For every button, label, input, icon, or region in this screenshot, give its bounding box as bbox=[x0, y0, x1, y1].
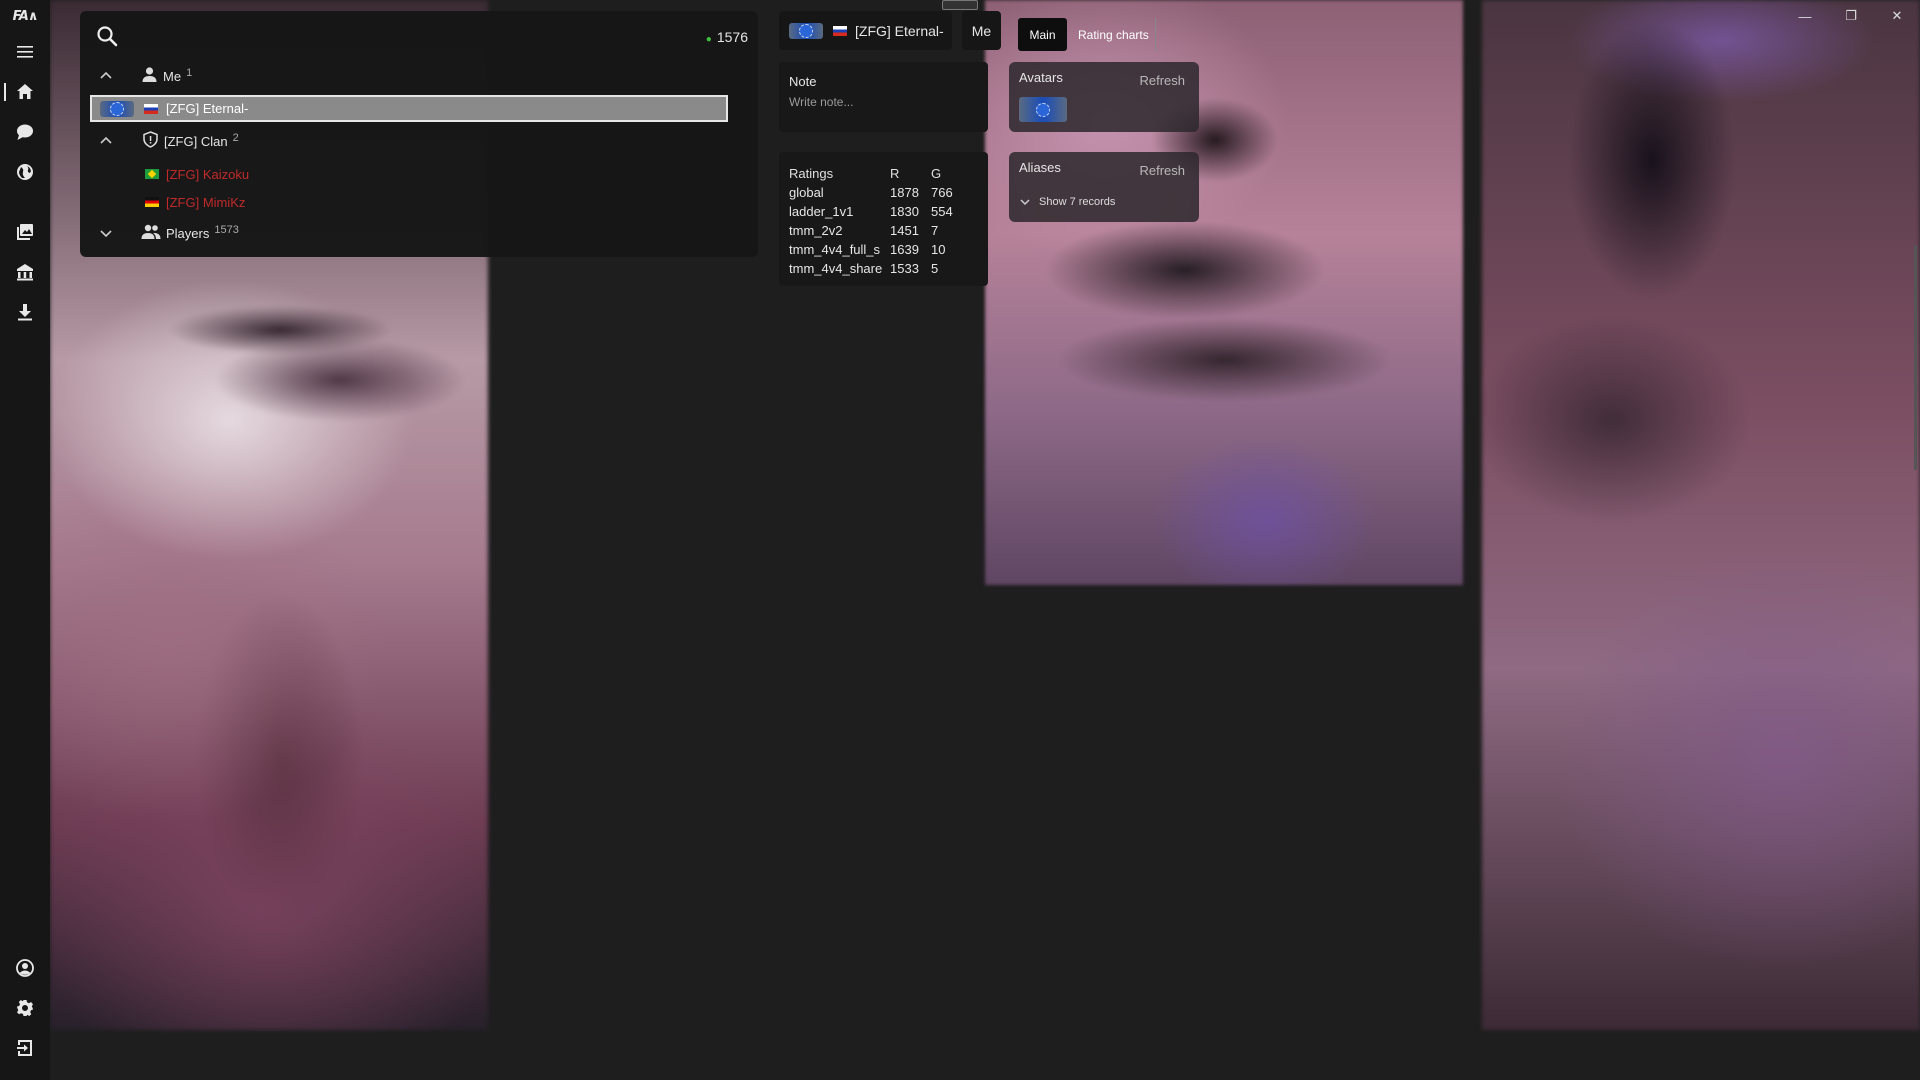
avatars-card: Avatars Refresh bbox=[1009, 62, 1199, 132]
games-count: 766 bbox=[931, 185, 953, 200]
group-players-count: 1573 bbox=[214, 224, 239, 236]
tab-main[interactable]: Main bbox=[1018, 18, 1067, 51]
games-count: 5 bbox=[931, 261, 939, 276]
vault-icon[interactable] bbox=[0, 252, 50, 292]
gallery-icon[interactable] bbox=[0, 212, 50, 252]
table-row: global 1878 766 bbox=[789, 183, 971, 202]
rating-name: ladder_1v1 bbox=[789, 204, 854, 219]
note-label: Note bbox=[789, 74, 817, 89]
aliases-label: Aliases bbox=[1019, 160, 1061, 175]
group-me-label: Me bbox=[163, 68, 182, 84]
menu-icon[interactable] bbox=[0, 32, 50, 72]
table-row: tmm_2v2 1451 7 bbox=[789, 221, 971, 240]
exit-icon[interactable] bbox=[0, 1028, 50, 1068]
table-row: tmm_4v4_share 1533 5 bbox=[789, 259, 971, 278]
note-card: Note Write note... bbox=[779, 62, 988, 132]
chevron-up-icon[interactable] bbox=[99, 134, 113, 148]
clan-member-name: [ZFG] Kaizoku bbox=[166, 166, 250, 182]
avatar-thumbnail[interactable] bbox=[1019, 97, 1067, 122]
list-item[interactable]: [ZFG] Kaizoku bbox=[145, 163, 249, 185]
minimize-button[interactable]: — bbox=[1782, 0, 1828, 32]
note-input[interactable]: Write note... bbox=[789, 95, 978, 109]
group-players[interactable]: Players 1573 bbox=[141, 222, 239, 244]
table-row: tmm_4v4_full_s 1639 10 bbox=[789, 240, 971, 259]
rating-value: 1451 bbox=[890, 223, 919, 238]
rating-name: global bbox=[789, 185, 824, 200]
group-clan-label: [ZFG] Clan bbox=[164, 133, 228, 149]
show-records-toggle[interactable]: Show 7 records bbox=[1019, 196, 1115, 208]
window-controls: — ❐ ✕ bbox=[1782, 0, 1920, 32]
scrollbar[interactable] bbox=[1914, 245, 1917, 470]
rating-value: 1639 bbox=[890, 242, 919, 257]
globe-icon[interactable] bbox=[0, 152, 50, 192]
tab-rating-charts[interactable]: Rating charts bbox=[1072, 18, 1156, 51]
ratings-table: Ratings R G global 1878 766 ladder_1v1 1… bbox=[789, 164, 971, 278]
person-icon bbox=[141, 66, 158, 86]
group-clan-count: 2 bbox=[232, 132, 239, 144]
rating-value: 1830 bbox=[890, 204, 919, 219]
player-avatar bbox=[789, 22, 823, 39]
app-logo: FA∧ bbox=[12, 8, 39, 24]
list-item[interactable]: [ZFG] MimiKz bbox=[145, 191, 245, 213]
rating-name: tmm_4v4_full_s bbox=[789, 242, 881, 257]
player-avatar bbox=[100, 100, 134, 117]
avatars-label: Avatars bbox=[1019, 70, 1063, 85]
selected-player-row[interactable]: [ZFG] Eternal- bbox=[90, 95, 728, 122]
clan-member-name: [ZFG] MimiKz bbox=[166, 194, 246, 210]
search-icon[interactable] bbox=[96, 25, 118, 47]
close-button[interactable]: ✕ bbox=[1874, 0, 1920, 32]
aliases-card: Aliases Refresh Show 7 records bbox=[1009, 152, 1199, 222]
brazil-flag-icon bbox=[145, 169, 159, 179]
rating-value: 1878 bbox=[890, 185, 919, 200]
games-count: 554 bbox=[931, 204, 953, 219]
settings-icon[interactable] bbox=[0, 988, 50, 1028]
russia-flag-icon bbox=[144, 103, 158, 114]
nav-rail: FA∧ bbox=[0, 0, 50, 1080]
chat-icon[interactable] bbox=[0, 112, 50, 152]
home-icon[interactable] bbox=[0, 72, 50, 112]
rating-g-header: G bbox=[931, 166, 942, 181]
group-clan[interactable]: [ZFG] Clan 2 bbox=[142, 130, 239, 152]
download-icon[interactable] bbox=[0, 292, 50, 332]
online-count: ● 1576 bbox=[705, 29, 748, 45]
profile-header: [ZFG] Eternal- bbox=[779, 11, 952, 50]
profile-player-name: [ZFG] Eternal- bbox=[855, 22, 944, 39]
avatars-refresh-button[interactable]: Refresh bbox=[1139, 73, 1185, 88]
germany-flag-icon bbox=[145, 197, 159, 207]
people-icon bbox=[141, 223, 161, 243]
shield-icon bbox=[142, 131, 159, 151]
chevron-down-icon[interactable] bbox=[99, 226, 113, 240]
rating-name: tmm_4v4_share bbox=[789, 261, 883, 276]
restore-button[interactable]: ❐ bbox=[1828, 0, 1874, 32]
games-count: 7 bbox=[931, 223, 939, 238]
drag-handle[interactable] bbox=[942, 0, 978, 10]
player-list-panel: ● 1576 Me 1 [ZFG] Eternal- [ZFG] Clan 2 [… bbox=[80, 11, 758, 257]
ratings-header: Ratings bbox=[789, 166, 834, 181]
background-art-right bbox=[1482, 0, 1920, 1030]
rating-value: 1533 bbox=[890, 261, 919, 276]
online-dot-icon: ● bbox=[705, 34, 712, 45]
show-records-label: Show 7 records bbox=[1039, 196, 1116, 208]
group-players-label: Players bbox=[166, 225, 210, 241]
account-icon[interactable] bbox=[0, 948, 50, 988]
chevron-up-icon[interactable] bbox=[99, 69, 113, 83]
table-row: ladder_1v1 1830 554 bbox=[789, 202, 971, 221]
rating-name: tmm_2v2 bbox=[789, 223, 843, 238]
rating-r-header: R bbox=[890, 166, 900, 181]
ratings-card: Ratings R G global 1878 766 ladder_1v1 1… bbox=[779, 152, 988, 286]
chevron-down-icon bbox=[1020, 199, 1030, 206]
games-count: 10 bbox=[931, 242, 946, 257]
selected-player-name: [ZFG] Eternal- bbox=[166, 101, 249, 116]
group-me-count: 1 bbox=[186, 67, 193, 79]
aliases-refresh-button[interactable]: Refresh bbox=[1139, 163, 1185, 178]
russia-flag-icon bbox=[833, 25, 847, 36]
me-button[interactable]: Me bbox=[962, 11, 1001, 50]
group-me[interactable]: Me 1 bbox=[141, 65, 192, 87]
